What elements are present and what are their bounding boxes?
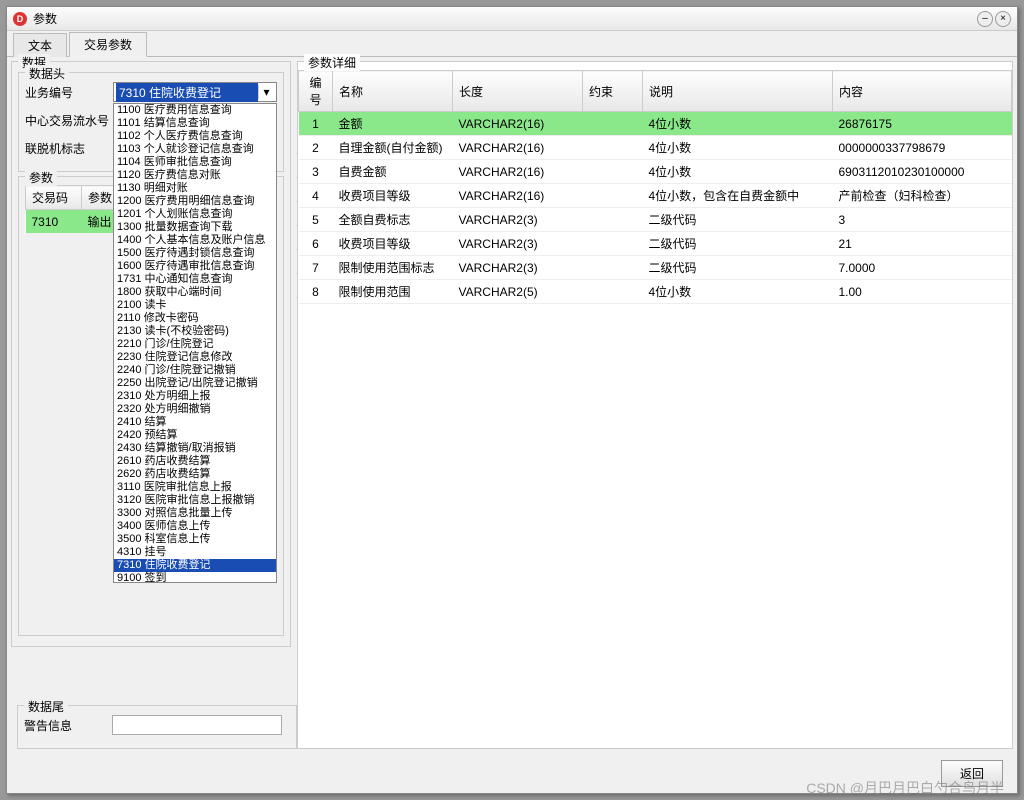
th-con[interactable]: 约束	[583, 71, 643, 112]
dropdown-option[interactable]: 1101 结算信息查询	[114, 117, 276, 130]
back-button[interactable]: 返回	[941, 760, 1003, 787]
biz-dropdown[interactable]: 1100 医疗费用信息查询1101 结算信息查询1102 个人医疗费信息查询11…	[113, 103, 277, 583]
titlebar: D 参数 – ×	[7, 7, 1017, 31]
dropdown-option[interactable]: 2250 出院登记/出院登记撤销	[114, 377, 276, 390]
detail-row[interactable]: 1金额VARCHAR2(16)4位小数26876175	[299, 112, 1012, 136]
detail-row[interactable]: 4收费项目等级VARCHAR2(16)4位小数，包含在自费金额中产前检查（妇科检…	[299, 184, 1012, 208]
param-th-code[interactable]: 交易码	[26, 186, 82, 210]
window-title: 参数	[33, 10, 977, 27]
dropdown-option[interactable]: 2100 读卡	[114, 299, 276, 312]
dropdown-option[interactable]: 3300 对照信息批量上传	[114, 507, 276, 520]
warn-input[interactable]	[112, 715, 282, 735]
dropdown-option[interactable]: 1800 获取中心端时间	[114, 286, 276, 299]
biz-label: 业务编号	[25, 84, 113, 101]
detail-group: 参数详细 编号 名称 长度 约束 说明 内容 1金额VARCHAR2(16)4位…	[297, 61, 1013, 749]
biz-combo-selected: 7310 住院收费登记	[116, 83, 258, 102]
th-num[interactable]: 编号	[299, 71, 333, 112]
dropdown-option[interactable]: 1201 个人划账信息查询	[114, 208, 276, 221]
dropdown-option[interactable]: 2420 预结算	[114, 429, 276, 442]
dropdown-option[interactable]: 3400 医师信息上传	[114, 520, 276, 533]
dropdown-arrow-icon[interactable]: ▾	[258, 85, 274, 99]
dropdown-option[interactable]: 1130 明细对账	[114, 182, 276, 195]
data-tail-title: 数据尾	[24, 698, 68, 715]
dropdown-option[interactable]: 7310 住院收费登记	[114, 559, 276, 572]
dropdown-option[interactable]: 2310 处方明细上报	[114, 390, 276, 403]
dropdown-option[interactable]: 1103 个人就诊登记信息查询	[114, 143, 276, 156]
dropdown-option[interactable]: 1400 个人基本信息及账户信息	[114, 234, 276, 247]
dropdown-option[interactable]: 1500 医疗待遇封锁信息查询	[114, 247, 276, 260]
detail-row[interactable]: 5全额自费标志VARCHAR2(3)二级代码3	[299, 208, 1012, 232]
th-name[interactable]: 名称	[333, 71, 453, 112]
dropdown-option[interactable]: 1731 中心通知信息查询	[114, 273, 276, 286]
detail-row[interactable]: 2自理金额(自付金额)VARCHAR2(16)4位小数0000000337798…	[299, 136, 1012, 160]
dropdown-option[interactable]: 1300 批量数据查询下载	[114, 221, 276, 234]
th-desc[interactable]: 说明	[643, 71, 833, 112]
dropdown-option[interactable]: 1100 医疗费用信息查询	[114, 104, 276, 117]
dropdown-option[interactable]: 2320 处方明细撤销	[114, 403, 276, 416]
dropdown-option[interactable]: 2130 读卡(不校验密码)	[114, 325, 276, 338]
data-group: 数据 数据头 业务编号 7310 住院收费登记 ▾ 1100 医疗费用信息查询1…	[11, 61, 291, 647]
param-group-title: 参数	[25, 169, 57, 186]
detail-table: 编号 名称 长度 约束 说明 内容 1金额VARCHAR2(16)4位小数268…	[298, 70, 1012, 304]
center-label: 中心交易流水号	[25, 112, 113, 129]
dropdown-option[interactable]: 1102 个人医疗费信息查询	[114, 130, 276, 143]
dropdown-option[interactable]: 2230 住院登记信息修改	[114, 351, 276, 364]
detail-row[interactable]: 7限制使用范围标志VARCHAR2(3)二级代码7.0000	[299, 256, 1012, 280]
close-button[interactable]: ×	[995, 11, 1011, 27]
th-val[interactable]: 内容	[833, 71, 1012, 112]
offline-label: 联脱机标志	[25, 140, 113, 157]
th-len[interactable]: 长度	[453, 71, 583, 112]
detail-row[interactable]: 3自费金额VARCHAR2(16)4位小数6903112010230100000	[299, 160, 1012, 184]
tab-bar: 文本 交易参数	[7, 33, 1017, 57]
app-icon: D	[13, 12, 27, 26]
dropdown-option[interactable]: 1200 医疗费用明细信息查询	[114, 195, 276, 208]
dropdown-option[interactable]: 4310 挂号	[114, 546, 276, 559]
detail-title: 参数详细	[304, 54, 360, 71]
dropdown-option[interactable]: 3120 医院审批信息上报撤销	[114, 494, 276, 507]
biz-combo[interactable]: 7310 住院收费登记 ▾ 1100 医疗费用信息查询1101 结算信息查询11…	[113, 82, 277, 102]
warn-label: 警告信息	[24, 717, 112, 734]
dropdown-option[interactable]: 2210 门诊/住院登记	[114, 338, 276, 351]
dropdown-option[interactable]: 1104 医师审批信息查询	[114, 156, 276, 169]
dropdown-option[interactable]: 9100 签到	[114, 572, 276, 583]
tab-trade-params[interactable]: 交易参数	[69, 32, 147, 57]
dropdown-option[interactable]: 1120 医疗费信息对账	[114, 169, 276, 182]
detail-row[interactable]: 8限制使用范围VARCHAR2(5)4位小数1.00	[299, 280, 1012, 304]
dropdown-option[interactable]: 3110 医院审批信息上报	[114, 481, 276, 494]
detail-row[interactable]: 6收费项目等级VARCHAR2(3)二级代码21	[299, 232, 1012, 256]
dropdown-option[interactable]: 2110 修改卡密码	[114, 312, 276, 325]
dropdown-option[interactable]: 2610 药店收费结算	[114, 455, 276, 468]
main-window: D 参数 – × 文本 交易参数 数据 数据头 业务编号 7310 住院收费登记…	[6, 6, 1018, 794]
minimize-button[interactable]: –	[977, 11, 993, 27]
dropdown-option[interactable]: 2240 门诊/住院登记撤销	[114, 364, 276, 377]
dropdown-option[interactable]: 3500 科室信息上传	[114, 533, 276, 546]
data-head-group: 数据头 业务编号 7310 住院收费登记 ▾ 1100 医疗费用信息查询1101…	[18, 72, 284, 172]
dropdown-option[interactable]: 2430 结算撤销/取消报销	[114, 442, 276, 455]
dropdown-option[interactable]: 1600 医疗待遇审批信息查询	[114, 260, 276, 273]
dropdown-option[interactable]: 2620 药店收费结算	[114, 468, 276, 481]
data-tail-group: 数据尾 警告信息	[17, 705, 297, 749]
data-head-title: 数据头	[25, 65, 69, 82]
dropdown-option[interactable]: 2410 结算	[114, 416, 276, 429]
